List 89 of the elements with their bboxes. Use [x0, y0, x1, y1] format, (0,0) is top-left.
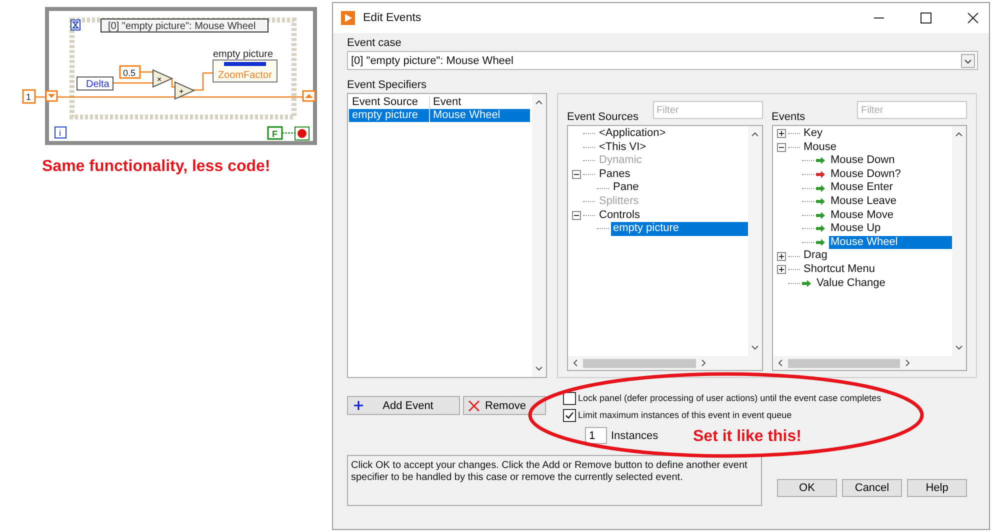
tree-item[interactable]: Mouse Up — [828, 222, 952, 236]
scroll-right-icon[interactable] — [700, 358, 708, 368]
caption: Same functionality, less code! — [42, 158, 272, 176]
scroll-up-icon[interactable] — [954, 130, 964, 138]
tree-item[interactable]: Shortcut Menu — [802, 262, 952, 277]
expand-icon[interactable] — [776, 252, 786, 261]
scroll-down-icon[interactable] — [954, 344, 964, 352]
dialog-button[interactable]: Help — [907, 479, 967, 497]
list-label: Events — [772, 111, 806, 123]
boolean-constant: F — [267, 126, 283, 140]
indicator-label: empty picture — [213, 49, 274, 60]
event-case-dropdown[interactable]: [0] "empty picture": Mouse Wheel — [347, 51, 978, 70]
checkbox[interactable] — [563, 392, 576, 404]
section-label: Event Specifiers — [347, 79, 428, 91]
tree-item[interactable]: Mouse — [802, 140, 952, 154]
close-icon[interactable] — [967, 12, 979, 24]
tree-item[interactable]: Pane — [611, 181, 748, 195]
scroll-thumb[interactable] — [583, 358, 696, 368]
tree-item[interactable]: Value Change — [814, 276, 952, 290]
scroll-thumb[interactable] — [788, 358, 900, 368]
field-label: Instances — [611, 430, 658, 442]
table-cell[interactable]: Mouse Wheel — [430, 109, 530, 122]
tree-item[interactable]: Mouse Enter — [828, 181, 952, 195]
multiply-node: × — [152, 69, 174, 88]
filter-field[interactable]: Filter — [652, 101, 762, 119]
event-data-node: Delta — [76, 76, 114, 90]
tree-item[interactable]: Panes — [597, 168, 748, 182]
shift-register — [45, 90, 58, 102]
dropdown-caret-icon[interactable] — [961, 54, 975, 68]
tree-item[interactable]: Drag — [802, 249, 952, 263]
collapse-icon[interactable] — [572, 170, 581, 180]
checkbox-label: Lock panel (defer processing of user actions) until the event case completes — [578, 393, 882, 403]
instances-field[interactable]: 1 — [585, 427, 607, 444]
scrollbar[interactable] — [952, 126, 966, 356]
maximize-icon[interactable] — [920, 12, 932, 24]
table-cell[interactable]: empty picture — [349, 109, 430, 122]
tree-item[interactable]: Mouse Move — [828, 208, 952, 222]
tree-item[interactable]: <Application> — [597, 127, 748, 141]
tree-item[interactable]: Mouse Wheel — [828, 236, 952, 250]
tree-item[interactable]: Key — [802, 127, 952, 141]
collapse-icon[interactable] — [572, 210, 581, 220]
checkbox[interactable] — [563, 408, 576, 422]
field-label: Event case — [347, 37, 402, 49]
scroll-down-icon[interactable] — [534, 365, 544, 373]
scroll-up-icon[interactable] — [750, 130, 760, 138]
tree-item[interactable]: <This VI> — [597, 140, 748, 154]
dialog-button[interactable]: Cancel — [842, 479, 902, 497]
expand-icon[interactable] — [776, 265, 786, 274]
shift-register — [302, 90, 316, 102]
checkbox-label: Limit maximum instances of this event in event queue — [578, 410, 792, 420]
numeric-constant: 0.5 — [119, 65, 141, 79]
filter-field[interactable]: Filter — [857, 101, 967, 119]
column-header[interactable]: Event — [430, 96, 530, 109]
tree-item[interactable]: empty picture — [611, 222, 748, 236]
add-event-button[interactable]: Add Event — [347, 396, 460, 415]
remove-button[interactable]: Remove — [463, 396, 546, 415]
scroll-down-icon[interactable] — [750, 344, 760, 352]
arrow-icon — [802, 280, 810, 287]
help-text: Click OK to accept your changes. Click the Add or Remove button to define another event specifier to be handled by this case or remove the currently selected event. — [347, 455, 762, 506]
scrollbar[interactable] — [568, 356, 762, 370]
scrollbar[interactable] — [772, 356, 966, 370]
list-label: Event Sources — [567, 111, 639, 123]
window-title: Edit Events — [363, 12, 422, 24]
scroll-right-icon[interactable] — [904, 358, 912, 368]
iteration-terminal: i — [54, 126, 66, 138]
scrollbar[interactable] — [748, 126, 762, 356]
stop-icon — [294, 126, 310, 140]
check-icon — [565, 410, 574, 420]
expand-icon[interactable] — [776, 129, 786, 138]
scrollbar[interactable] — [532, 94, 546, 377]
add-node: + — [174, 81, 196, 100]
scroll-left-icon[interactable] — [571, 358, 579, 368]
numeric-constant: 1 — [22, 89, 36, 104]
tree-item[interactable]: Mouse Down? — [828, 168, 952, 182]
case-selector[interactable]: [0] "empty picture": Mouse Wheel — [100, 18, 268, 32]
tree-item[interactable]: Controls — [597, 208, 748, 222]
tree-item[interactable]: Mouse Leave — [828, 194, 952, 209]
dialog-button[interactable]: OK — [777, 479, 837, 497]
collapse-icon[interactable] — [776, 142, 786, 152]
cross-icon — [468, 400, 480, 412]
tree-item[interactable]: Mouse Down — [828, 154, 952, 168]
wire — [282, 132, 296, 134]
plus-icon — [354, 401, 363, 410]
annotation-text: Set it like this! — [693, 428, 802, 446]
property-node: ZoomFactor — [212, 60, 278, 82]
scroll-up-icon[interactable] — [534, 98, 544, 106]
scroll-left-icon[interactable] — [776, 358, 784, 368]
hourglass-icon — [70, 20, 80, 30]
app-icon — [341, 11, 355, 25]
